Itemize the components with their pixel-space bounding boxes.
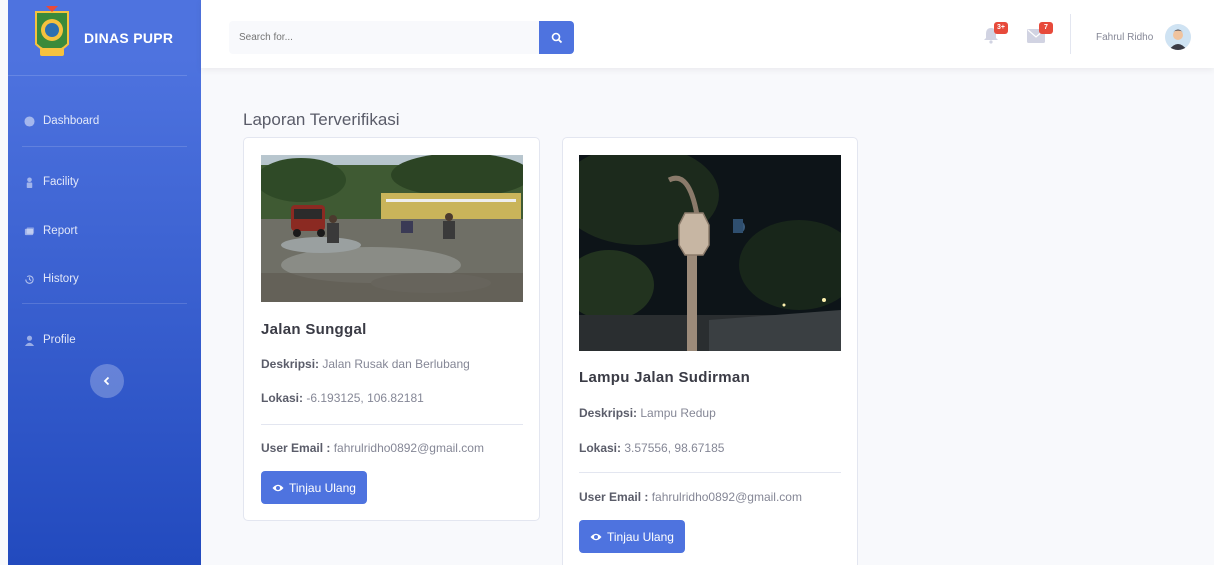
messages-badge: 7 (1039, 22, 1053, 34)
person-icon (26, 176, 33, 188)
report-user-email: User Email : fahrulridho0892@gmail.com (261, 441, 484, 455)
road-photo-icon (261, 155, 523, 302)
avatar[interactable] (1165, 24, 1191, 50)
report-image (261, 155, 523, 302)
sidebar-item-dashboard[interactable]: Dashboard (8, 101, 201, 141)
messages-button[interactable]: 7 (1027, 22, 1053, 44)
sidebar-item-report[interactable]: Report (8, 211, 201, 251)
streetlight-photo-icon (579, 155, 841, 351)
sidebar-item-label: Dashboard (43, 115, 100, 127)
palette-icon (24, 115, 35, 127)
card-divider (261, 424, 523, 425)
alerts-button[interactable]: 3+ (982, 22, 1008, 44)
sidebar-item-label: Report (43, 225, 78, 237)
review-button[interactable]: Tinjau Ulang (261, 471, 367, 504)
review-button-label: Tinjau Ulang (289, 480, 356, 495)
review-button[interactable]: Tinjau Ulang (579, 520, 685, 553)
description-label: Deskripsi: (261, 357, 320, 371)
user-name[interactable]: Fahrul Ridho (1096, 32, 1153, 43)
sidebar: DINAS PUPR Dashboard Facility Report His… (8, 0, 201, 565)
sidebar-item-label: Profile (43, 334, 76, 346)
logo-icon (35, 5, 69, 56)
email-label: User Email : (261, 441, 331, 455)
sidebar-toggle-button[interactable] (90, 364, 124, 398)
report-location: Lokasi: -6.193125, 106.82181 (261, 391, 424, 405)
sidebar-item-label: Facility (43, 176, 79, 188)
sidebar-item-facility[interactable]: Facility (8, 162, 201, 202)
eye-icon (272, 484, 284, 491)
report-title: Lampu Jalan Sudirman (579, 369, 751, 386)
topbar: 3+ 7 Fahrul Ridho (201, 0, 1214, 68)
email-value: fahrulridho0892@gmail.com (330, 441, 484, 455)
review-button-label: Tinjau Ulang (607, 529, 674, 544)
sidebar-divider (22, 146, 187, 147)
user-icon (24, 335, 35, 346)
search-input[interactable] (229, 21, 539, 54)
report-user-email: User Email : fahrulridho0892@gmail.com (579, 490, 802, 504)
email-label: User Email : (579, 490, 649, 504)
search-button[interactable] (539, 21, 574, 54)
topbar-divider (1070, 14, 1071, 54)
description-value: Lampu Redup (637, 406, 716, 420)
card-divider (579, 472, 841, 473)
history-icon (25, 274, 34, 284)
eye-icon (590, 533, 602, 540)
description-label: Deskripsi: (579, 406, 638, 420)
sidebar-brand[interactable]: DINAS PUPR (8, 0, 187, 76)
email-value: fahrulridho0892@gmail.com (648, 490, 802, 504)
location-label: Lokasi: (261, 391, 304, 405)
folders-icon (24, 226, 35, 235)
alerts-badge: 3+ (994, 22, 1008, 34)
location-value: 3.57556, 98.67185 (621, 441, 725, 455)
avatar-icon (1165, 24, 1191, 50)
chevron-left-icon (103, 376, 110, 386)
report-card: Lampu Jalan Sudirman Deskripsi: Lampu Re… (562, 137, 858, 565)
page-title: Laporan Terverifikasi (243, 110, 400, 129)
report-description: Deskripsi: Lampu Redup (579, 406, 716, 420)
sidebar-item-history[interactable]: History (8, 259, 201, 299)
report-description: Deskripsi: Jalan Rusak dan Berlubang (261, 357, 470, 371)
search-icon (551, 32, 562, 43)
brand-name: DINAS PUPR (84, 29, 174, 46)
report-card: Jalan Sunggal Deskripsi: Jalan Rusak dan… (243, 137, 540, 521)
report-location: Lokasi: 3.57556, 98.67185 (579, 441, 724, 455)
location-label: Lokasi: (579, 441, 622, 455)
sidebar-divider (22, 303, 187, 304)
sidebar-item-profile[interactable]: Profile (8, 320, 201, 360)
description-value: Jalan Rusak dan Berlubang (319, 357, 470, 371)
report-image (579, 155, 841, 351)
report-title: Jalan Sunggal (261, 321, 367, 338)
location-value: -6.193125, 106.82181 (303, 391, 424, 405)
sidebar-item-label: History (43, 273, 79, 285)
